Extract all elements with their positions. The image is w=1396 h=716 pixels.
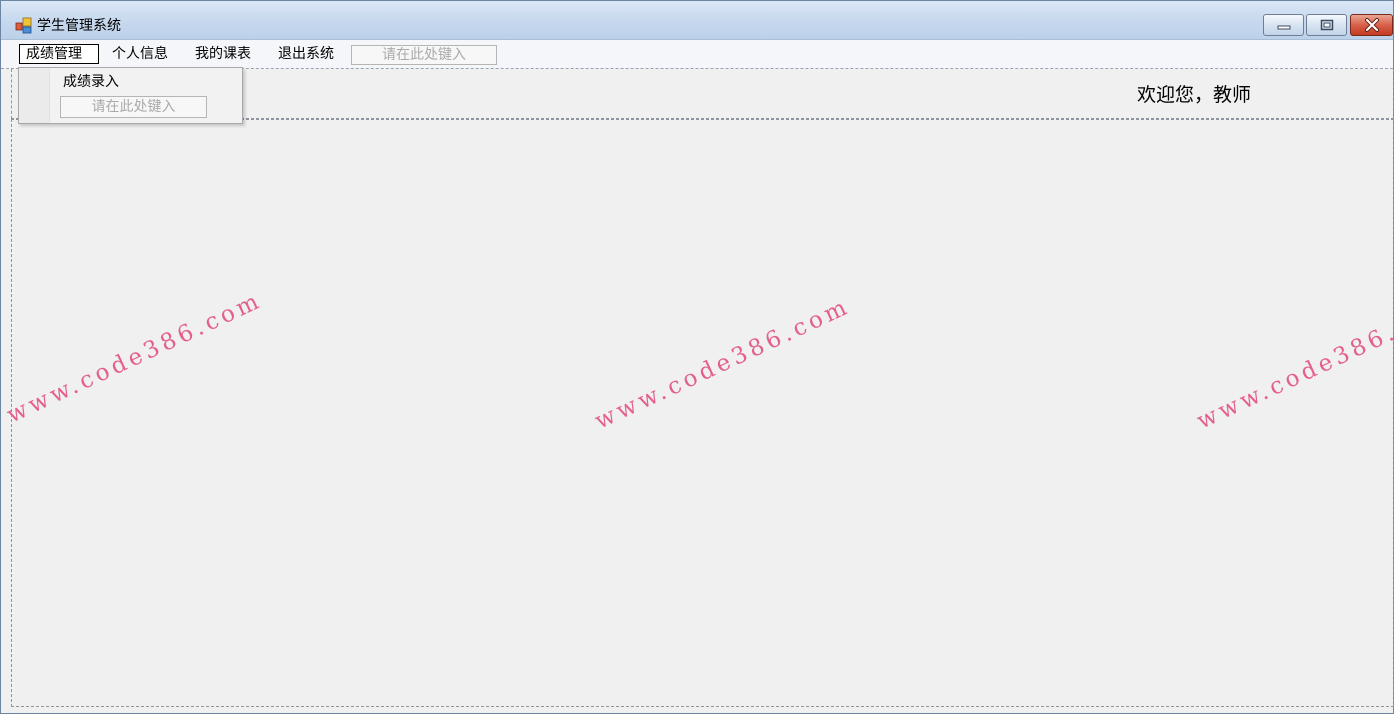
menubar-type-here-input[interactable] [351,45,497,65]
grade-management-dropdown: 成绩录入 [18,67,243,124]
close-icon [1364,18,1379,32]
main-content-panel [11,119,1394,707]
menu-item-exit-system[interactable]: 退出系统 [272,44,347,64]
welcome-text: 欢迎您，教师 [1137,84,1252,106]
title-bar[interactable]: 学生管理系统 [1,1,1393,40]
window-title: 学生管理系统 [37,18,121,34]
menu-item-personal-info[interactable]: 个人信息 [106,44,181,64]
dropdown-type-here-input[interactable] [60,96,207,118]
maximize-button[interactable] [1306,14,1347,36]
maximize-icon [1320,19,1333,31]
main-window: 学生管理系统 成绩管理 个人信息 我的课表 退出系统 欢迎您，教师 www. [0,0,1396,714]
menu-bar: 成绩管理 个人信息 我的课表 退出系统 [1,40,1393,69]
close-button[interactable] [1350,14,1393,36]
app-icon [15,17,32,34]
menu-item-my-schedule[interactable]: 我的课表 [189,44,264,64]
dropdown-icon-gutter [19,68,50,123]
menu-item-grade-management[interactable]: 成绩管理 [19,44,99,64]
minimize-icon [1277,25,1290,30]
minimize-button[interactable] [1263,14,1304,36]
dropdown-item-grade-entry[interactable]: 成绩录入 [63,72,119,92]
